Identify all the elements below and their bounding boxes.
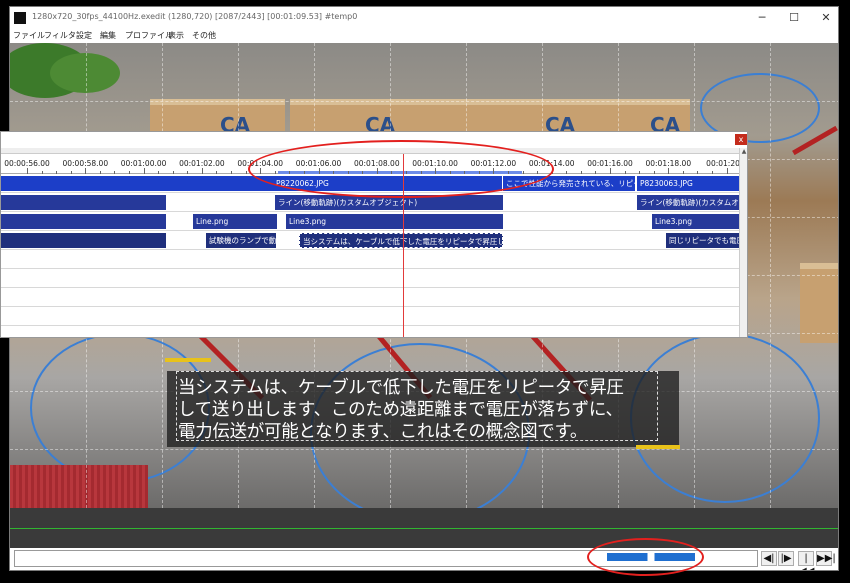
ruler-tick	[41, 171, 43, 174]
ruler-tick	[172, 171, 174, 174]
layer-8	[1, 308, 739, 326]
ruler-tick	[245, 171, 247, 174]
annotation-ellipse	[587, 538, 704, 576]
plant-leaves	[50, 53, 120, 93]
close-button[interactable]: ✕	[810, 7, 838, 29]
ruler-tick	[85, 168, 87, 174]
clip-custom-object[interactable]: ライン(移動軌跡)(カスタムオブジェ	[637, 195, 739, 210]
clip-text[interactable]	[1, 233, 166, 248]
clip-image[interactable]: Line.png	[193, 214, 277, 229]
ruler-tick	[27, 168, 28, 174]
clip-image[interactable]: Line3.png	[652, 214, 739, 229]
minimize-button[interactable]: ─	[746, 7, 778, 29]
app-icon	[14, 12, 26, 24]
ruler-tick	[143, 168, 145, 174]
step-forward-button[interactable]: |▶	[778, 551, 794, 566]
clip-text[interactable]: 同じリピータでも電圧を	[666, 233, 739, 248]
ruler-tick	[712, 171, 714, 174]
menu-other[interactable]: その他	[192, 30, 216, 41]
annotation-ellipse	[248, 140, 554, 198]
ruler-tick	[726, 168, 728, 174]
ruler-tick-label: 00:00:58.00	[62, 159, 109, 168]
ruler-tick	[201, 168, 203, 174]
ruler-tick-label: 00:01:16.00	[587, 159, 633, 168]
menu-view[interactable]: 表示	[168, 30, 184, 41]
clip-image[interactable]	[1, 214, 166, 229]
ruler-tick	[187, 171, 189, 174]
ruler-tick	[668, 168, 670, 174]
timeline-vertical-scrollbar[interactable]: ▲	[739, 148, 747, 337]
ruler-tick	[639, 171, 641, 174]
ruler-tick	[158, 171, 160, 174]
clip-text[interactable]: 試験機のランプで動	[206, 233, 276, 248]
ruler-tick	[580, 171, 582, 174]
layer-6	[1, 270, 739, 288]
ruler-tick	[566, 171, 568, 174]
layer-5	[1, 251, 739, 269]
ruler-tick	[99, 171, 101, 174]
layer-7	[1, 289, 739, 307]
clip-image[interactable]: P8230063.JPG	[637, 176, 739, 191]
clip-object[interactable]	[1, 195, 166, 210]
ruler-tick	[56, 171, 58, 174]
ruler-tick-label: 00:00:56.00	[4, 159, 50, 168]
ruler-tick	[697, 171, 699, 174]
menu-bar: ファイル フィルタ 設定 編集 プロファイル 表示 その他	[10, 29, 838, 43]
timeline-close-icon[interactable]: x	[735, 134, 747, 145]
menu-settings[interactable]: 設定	[76, 30, 92, 41]
layer-3: Line.png Line3.png Line3.png	[1, 213, 739, 231]
audio-waveform-line	[10, 528, 838, 529]
ruler-tick	[610, 168, 611, 174]
step-back-button[interactable]: ◀|	[761, 551, 777, 566]
menu-filter[interactable]: フィルタ	[44, 30, 76, 41]
caption-accent	[165, 358, 211, 362]
ruler-tick	[216, 171, 218, 174]
ruler-tick-label: 00:01:18.00	[645, 159, 692, 168]
layer-4: 試験機のランプで動 当システムは、ケーブルで低下した電圧をリピータで昇圧して送り…	[1, 232, 739, 250]
caption-accent	[636, 445, 680, 449]
ruler-tick	[653, 171, 655, 174]
ruler-tick	[595, 171, 597, 174]
window-title: 1280x720_30fps_44100Hz.exedit (1280,720)…	[32, 12, 358, 21]
clip-image[interactable]: Line3.png	[286, 214, 503, 229]
ruler-tick-label: 00:01:00.00	[120, 159, 167, 168]
ruler-tick	[70, 171, 72, 174]
go-start-button[interactable]: |◀◀	[798, 551, 814, 570]
ruler-tick	[129, 171, 131, 174]
ruler-tick-label: 00:01:02.00	[179, 159, 225, 168]
menu-edit[interactable]: 編集	[100, 30, 116, 41]
maximize-button[interactable]: ☐	[778, 7, 810, 29]
title-bar: 1280x720_30fps_44100Hz.exedit (1280,720)…	[10, 7, 838, 29]
ruler-tick	[624, 171, 626, 174]
ruler-tick	[682, 171, 684, 174]
go-end-button[interactable]: ▶▶|	[816, 551, 836, 566]
ruler-tick	[114, 171, 116, 174]
clip-text-selected[interactable]: 当システムは、ケーブルで低下した電圧をリピータで昇圧して送り	[299, 233, 503, 248]
menu-profile[interactable]: プロファイル	[125, 30, 173, 41]
caption-selection	[176, 371, 658, 441]
menu-file[interactable]: ファイル	[13, 30, 45, 41]
red-mat	[10, 465, 148, 508]
ruler-tick	[231, 171, 233, 174]
